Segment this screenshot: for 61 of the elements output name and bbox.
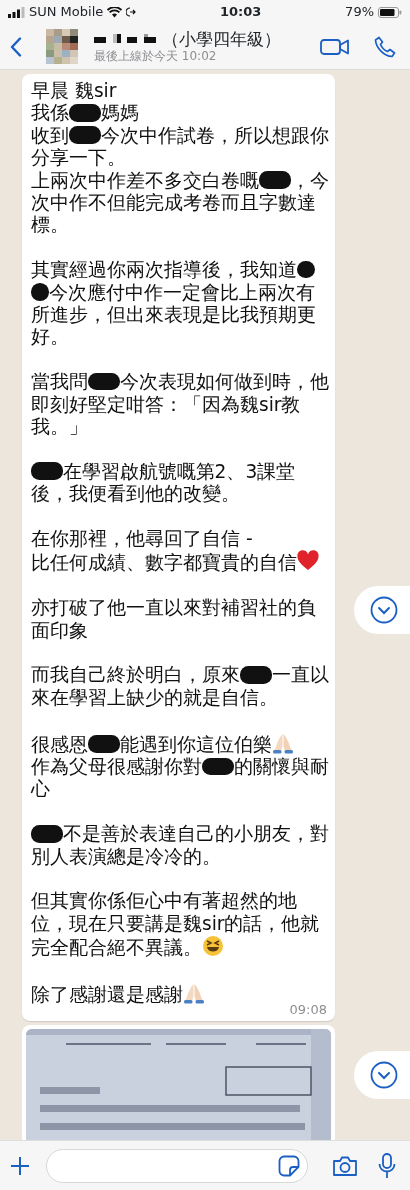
avatar[interactable] <box>46 29 78 64</box>
message-text: 很感恩 能遇到你這位伯樂 <box>31 731 329 757</box>
last-seen: 最後上線於今天 10:02 <box>94 48 218 64</box>
message-text: 不是善於表達自己的小朋友，對別人表演總是冷冷的。 <box>31 823 329 869</box>
message-text: 其實經過你兩次指導後，我知道 今次應付中作一定會比上兩次有所進步，但出來表現是比我預期更好。 <box>31 259 317 349</box>
redaction-mark <box>69 126 101 145</box>
redaction-mark <box>259 171 291 189</box>
arrow-icon <box>126 7 137 17</box>
camera-icon <box>332 1154 358 1177</box>
wifi-icon <box>107 6 123 18</box>
redaction-mark <box>31 824 63 843</box>
redaction-mark <box>31 283 49 301</box>
status-time: 10:03 <box>220 3 262 22</box>
message-text: 在學習啟航號嘅第2、3課堂後，我便看到他的改變。 <box>31 460 297 506</box>
message-field[interactable] <box>46 1148 308 1183</box>
battery-icon <box>378 6 402 18</box>
redaction-mark <box>31 462 63 481</box>
redacted-name <box>94 34 158 45</box>
redaction-mark <box>88 735 120 753</box>
message-text: 在你那裡，他尋回了自信 - <box>31 528 254 551</box>
redaction-mark <box>88 372 120 391</box>
message-text: 我係 媽媽 <box>31 102 140 125</box>
redaction-mark <box>297 260 315 279</box>
message-text: 上兩次中作差不多交白卷嘅 ，今次中作不但能完成考卷而且字數達標。 <box>31 169 329 237</box>
message-text: 當我問 今次表現如何做到時，他即刻好堅定咁答：「因為魏sir教我。」 <box>31 371 329 439</box>
plus-icon <box>10 1155 30 1176</box>
chat-title: （小學四年級） <box>162 29 281 49</box>
back-icon <box>10 36 22 57</box>
message-text: 收到 今次中作試卷，所以想跟你分享一下。 <box>31 124 329 170</box>
scroll-down-button[interactable] <box>354 1051 410 1099</box>
video-icon <box>320 37 350 56</box>
camera-button[interactable] <box>332 1154 358 1177</box>
carrier-name: SUN Mobile <box>29 3 104 22</box>
attach-button[interactable] <box>10 1155 30 1176</box>
chevron-down-icon <box>370 1061 398 1089</box>
battery-percent: 79% <box>345 3 374 22</box>
chevron-down-icon <box>370 596 398 624</box>
back-button[interactable] <box>10 36 22 57</box>
message-text: 作為父母很感謝你對 的關懷與耐心 <box>31 756 329 801</box>
praying-hands-emoji <box>271 731 294 754</box>
message-text: 而我自己終於明白，原來 一直以來在學習上缺少的就是自信。 <box>31 664 329 710</box>
voice-button[interactable] <box>378 1152 396 1179</box>
scroll-down-button[interactable] <box>354 586 410 634</box>
laughing-emoji <box>202 935 224 958</box>
call-button[interactable] <box>374 35 396 58</box>
microphone-icon <box>378 1152 396 1179</box>
message-time: 09:08 <box>289 1001 327 1017</box>
signal-icon <box>8 6 25 18</box>
message-text: 早晨 魏sir <box>31 80 118 103</box>
message-text: 亦打破了他一直以來對補習社的負面印象 <box>31 597 317 643</box>
phone-icon <box>374 35 396 58</box>
message-text: 比任何成績、數字都寶貴的自信 <box>31 550 329 575</box>
praying-hands-emoji <box>183 982 205 1005</box>
redaction-mark <box>202 757 234 776</box>
message-text: 但其實你係佢心中有著超然的地位，現在只要講是魏sir的話，他就完全配合絕不異議。 <box>31 890 321 960</box>
video-call-button[interactable] <box>320 37 350 56</box>
redaction-mark <box>69 103 101 122</box>
sticker-button[interactable] <box>278 1154 300 1177</box>
heart-emoji <box>297 550 319 573</box>
sticker-icon <box>278 1154 300 1177</box>
redaction-mark <box>240 666 272 684</box>
